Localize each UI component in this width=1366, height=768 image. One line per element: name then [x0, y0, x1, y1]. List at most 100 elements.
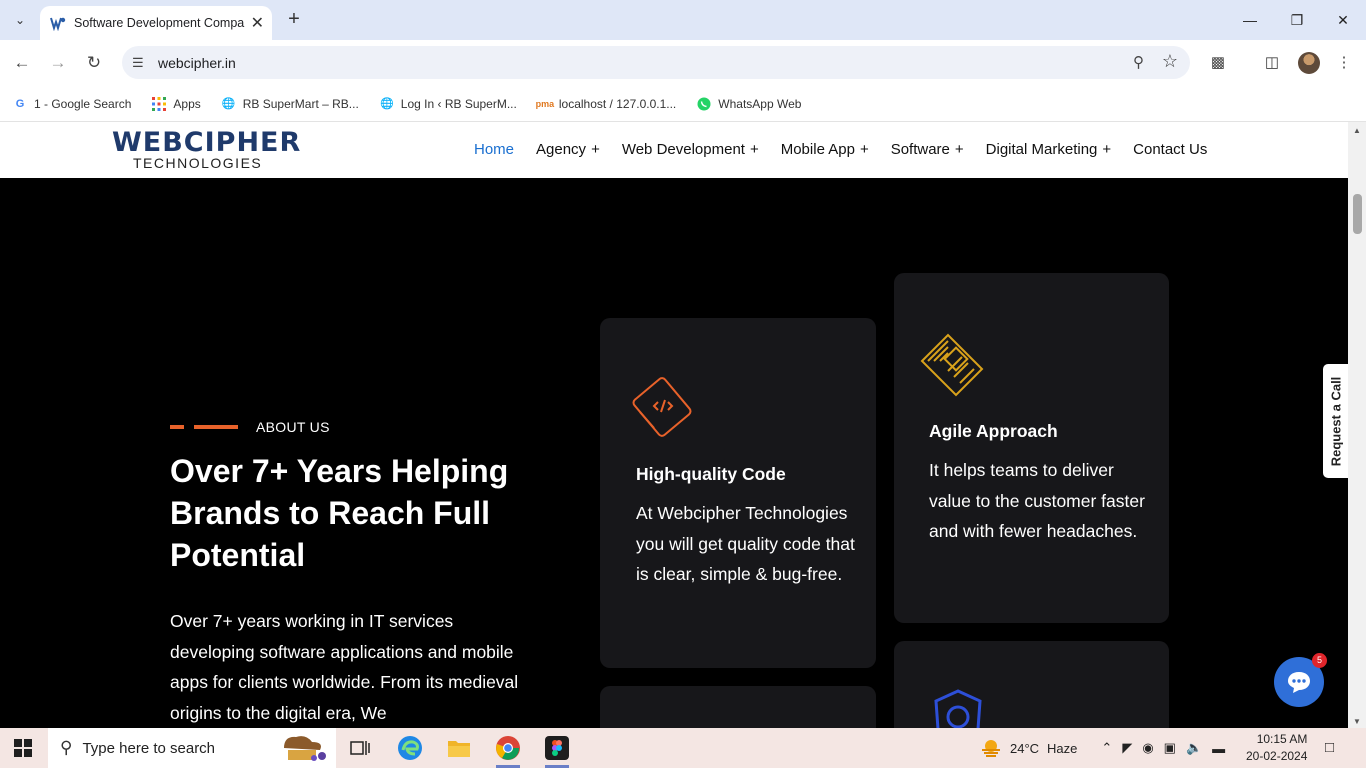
nav-item-contact-us[interactable]: Contact Us [1133, 141, 1207, 158]
site-logo-subtitle: TECHNOLOGIES [133, 155, 263, 171]
task-view-icon[interactable] [340, 732, 380, 764]
request-call-label: Request a Call [1328, 376, 1343, 466]
nav-item-mobile-app[interactable]: Mobile App + [781, 141, 869, 158]
nav-label: Agency [536, 141, 587, 158]
tab-search-chevron-icon[interactable]: ⌄ [8, 8, 32, 32]
expand-plus-icon[interactable]: + [591, 141, 600, 158]
nav-label: Web Development [621, 141, 745, 158]
url-text[interactable]: webcipher.in [158, 55, 236, 71]
feature-card-partial [600, 686, 876, 728]
taskbar-search-box[interactable]: ⚲ Type here to search [48, 728, 336, 768]
card-title: Agile Approach [929, 421, 1058, 441]
profile-avatar[interactable] [1298, 52, 1320, 74]
nav-label: Contact Us [1133, 141, 1208, 158]
feature-card-agile-approach: Agile Approach It helps teams to deliver… [894, 273, 1169, 623]
windows-taskbar: ⚲ Type here to search 24°C Haze ⌃ ◤ ◉ ▣ … [0, 728, 1366, 768]
wifi-icon[interactable]: ◤ [1122, 740, 1132, 756]
nav-label: Home [474, 141, 515, 158]
code-tablet-icon [632, 377, 692, 437]
haze-weather-icon[interactable] [980, 739, 1002, 757]
scroll-up-arrow-icon[interactable]: ▲ [1353, 126, 1361, 135]
feature-card-partial [894, 641, 1169, 728]
bookmark-rb-login[interactable]: 🌐 Log In ‹ RB SuperM... [379, 96, 517, 112]
bookmark-label: Log In ‹ RB SuperM... [400, 96, 517, 111]
feature-card-quality-code: High-quality Code At Webcipher Technolog… [600, 318, 876, 668]
browser-tab-bar: ⌄ Software Development Compar ✕ + — ❐ ✕ [0, 0, 1366, 40]
windows-start-icon[interactable] [14, 739, 32, 757]
scrollbar-thumb[interactable] [1353, 194, 1362, 234]
weather-condition-text[interactable]: Haze [1047, 741, 1077, 756]
window-close-button[interactable]: ✕ [1331, 8, 1355, 32]
bookmark-whatsapp[interactable]: WhatsApp Web [696, 96, 801, 112]
nav-item-digital-marketing[interactable]: Digital Marketing + [986, 141, 1111, 158]
muffin-icon [284, 736, 326, 761]
bookmark-star-icon[interactable]: ☆ [1162, 51, 1178, 72]
expand-plus-icon[interactable]: + [955, 141, 964, 158]
extensions-puzzle-icon[interactable]: ▩ [1207, 52, 1229, 74]
nav-label: Mobile App [780, 141, 855, 158]
nav-item-software[interactable]: Software + [891, 141, 964, 158]
volume-icon[interactable]: 🔈 [1186, 740, 1202, 756]
bookmark-localhost[interactable]: pma localhost / 127.0.0.1... [536, 96, 677, 112]
bookmark-google-search[interactable]: G 1 - Google Search [12, 96, 132, 112]
show-hidden-icons-chevron-icon[interactable]: ⌃ [1101, 740, 1112, 756]
system-tray: 24°C Haze ⌃ ◤ ◉ ▣ 🔈 ▬ [980, 728, 1235, 768]
bookmark-rb-supermart[interactable]: 🌐 RB SuperMart – RB... [221, 96, 359, 112]
back-arrow-icon[interactable]: ← [10, 51, 34, 75]
temperature-text[interactable]: 24°C [1010, 741, 1039, 756]
card-title: High-quality Code [636, 464, 786, 484]
bookmarks-bar: G 1 - Google Search Apps 🌐 RB SuperMart … [0, 86, 1366, 122]
figma-icon[interactable] [537, 732, 577, 768]
card-description: At Webcipher Technologies you will get q… [636, 503, 855, 584]
nav-item-web-development[interactable]: Web Development + [622, 141, 759, 158]
side-panel-icon[interactable]: ◫ [1261, 52, 1283, 74]
request-call-button[interactable]: Request a Call [1323, 364, 1348, 478]
site-settings-icon[interactable]: ☰ [132, 55, 152, 71]
expand-plus-icon[interactable]: + [1102, 141, 1111, 158]
site-logo[interactable]: WEBCIPHER [112, 127, 301, 158]
search-placeholder: Type here to search [82, 739, 216, 757]
browser-tab[interactable]: Software Development Compar ✕ [40, 6, 272, 40]
zoom-icon[interactable]: ⚲ [1133, 53, 1144, 71]
webcipher-favicon-icon [50, 17, 66, 31]
tab-close-icon[interactable]: ✕ [251, 13, 264, 33]
taskbar-clock[interactable]: 10:15 AM 20-02-2024 [1246, 731, 1307, 765]
menu-kebab-icon[interactable]: ⋮ [1333, 52, 1355, 74]
expand-plus-icon[interactable]: + [860, 141, 869, 158]
address-bar[interactable]: ☰ webcipher.in ⚲ ☆ [122, 46, 1190, 79]
chrome-icon[interactable] [488, 732, 528, 768]
scroll-down-arrow-icon[interactable]: ▼ [1353, 717, 1361, 726]
bookmark-label: WhatsApp Web [718, 96, 802, 111]
card-description: It helps teams to deliver value to the c… [929, 460, 1145, 541]
nav-item-home[interactable]: Home [474, 141, 514, 158]
edge-browser-icon[interactable] [390, 732, 430, 764]
reload-icon[interactable]: ↻ [82, 51, 106, 75]
search-icon: ⚲ [60, 738, 73, 757]
page-scrollbar[interactable]: ▲ ▼ [1348, 122, 1366, 728]
chat-unread-badge: 5 [1312, 653, 1327, 668]
nav-label: Software [890, 141, 950, 158]
network-icon[interactable]: ▣ [1164, 740, 1176, 756]
globe-icon: 🌐 [221, 98, 236, 110]
bookmark-apps[interactable]: Apps [151, 96, 201, 112]
file-explorer-icon[interactable] [439, 732, 479, 764]
battery-icon[interactable]: ▬ [1212, 741, 1225, 756]
web-page: WEBCIPHER TECHNOLOGIES Home Agency + Web … [0, 122, 1348, 728]
section-label-text: ABOUT US [256, 419, 330, 435]
expand-plus-icon[interactable]: + [750, 141, 759, 158]
restore-button[interactable]: ❐ [1285, 8, 1309, 32]
nav-item-agency[interactable]: Agency + [536, 141, 600, 158]
bookmark-label: RB SuperMart – RB... [242, 96, 359, 111]
webcam-icon[interactable]: ◉ [1142, 740, 1153, 756]
forward-arrow-icon[interactable]: → [46, 51, 70, 75]
agile-blocks-icon [920, 333, 984, 397]
nav-label: Digital Marketing [985, 141, 1098, 158]
minimize-button[interactable]: — [1238, 8, 1262, 32]
chat-bubble-icon [1288, 672, 1310, 693]
new-tab-button[interactable]: + [282, 8, 306, 32]
globe-icon: 🌐 [379, 98, 394, 110]
main-navigation: Home Agency + Web Development + Mobile App… [474, 141, 1229, 158]
browser-toolbar: ← → ↻ ☰ webcipher.in ⚲ ☆ ▩ ◫ ⋮ [0, 40, 1366, 86]
site-header: WEBCIPHER TECHNOLOGIES Home Agency + Web … [0, 122, 1348, 178]
notifications-icon[interactable]: □ [1325, 739, 1334, 756]
